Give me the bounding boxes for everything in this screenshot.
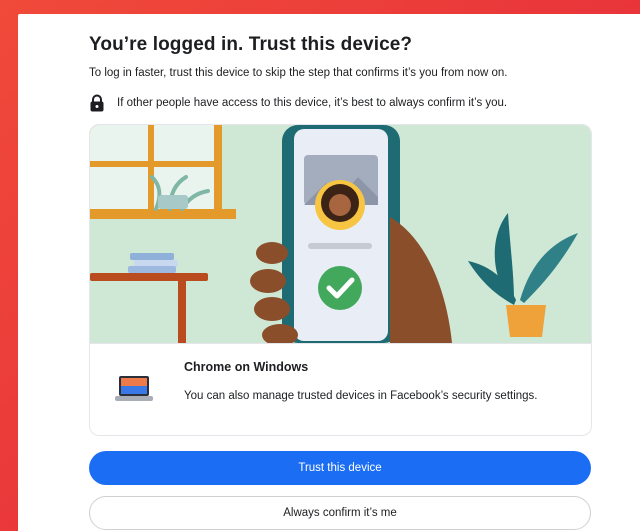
always-confirm-button[interactable]: Always confirm it’s me bbox=[89, 496, 591, 530]
laptop-icon bbox=[115, 376, 153, 401]
device-name: Chrome on Windows bbox=[184, 360, 309, 374]
device-note: You can also manage trusted devices in F… bbox=[184, 390, 538, 402]
phone-illustration bbox=[282, 125, 400, 343]
lock-icon bbox=[90, 94, 104, 112]
trust-device-button[interactable]: Trust this device bbox=[89, 451, 591, 485]
window-illustration bbox=[90, 125, 236, 219]
shared-device-notice: If other people have access to this devi… bbox=[89, 94, 507, 112]
trust-device-illustration bbox=[90, 125, 591, 343]
dialog-subtitle: To log in faster, trust this device to s… bbox=[89, 67, 508, 79]
trust-device-dialog: You’re logged in. Trust this device? To … bbox=[18, 14, 640, 531]
checkmark-icon bbox=[318, 266, 362, 310]
device-info: Chrome on Windows You can also manage tr… bbox=[90, 343, 591, 435]
notice-text: If other people have access to this devi… bbox=[117, 97, 508, 109]
device-panel: Chrome on Windows You can also manage tr… bbox=[89, 124, 592, 436]
dialog-title: You’re logged in. Trust this device? bbox=[89, 34, 413, 55]
